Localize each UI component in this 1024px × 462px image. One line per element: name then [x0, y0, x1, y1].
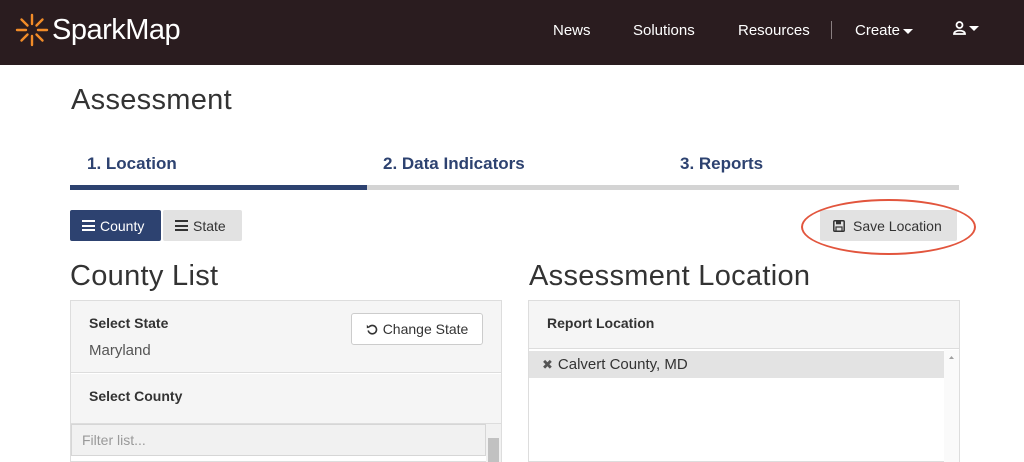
list-icon [175, 220, 188, 231]
report-location-label: Report Location [547, 315, 655, 331]
state-toggle-button[interactable]: State [163, 210, 242, 241]
nav-create-label: Create [855, 22, 901, 39]
location-list-item[interactable]: ✖ Calvert County, MD [529, 351, 944, 378]
select-state-label: Select State [89, 315, 169, 331]
county-toggle-button[interactable]: County [70, 210, 161, 241]
spark-logo-icon [15, 13, 49, 47]
step-progress-active [70, 185, 367, 190]
remove-icon[interactable]: ✖ [542, 357, 553, 373]
nav-news[interactable]: News [553, 22, 591, 39]
county-toggle-label: County [100, 217, 145, 234]
chevron-down-icon [969, 25, 979, 31]
list-icon [82, 220, 95, 231]
county-list-title: County List [70, 260, 219, 292]
state-value: Maryland [89, 342, 151, 359]
save-location-button[interactable]: Save Location [820, 210, 957, 241]
nav-solutions[interactable]: Solutions [633, 22, 695, 39]
assessment-location-title: Assessment Location [529, 260, 811, 292]
scrollbar-thumb[interactable] [488, 438, 499, 462]
user-icon [953, 21, 966, 35]
filter-list-input[interactable] [71, 424, 486, 456]
location-list-scrollbar[interactable] [944, 350, 959, 462]
top-navbar: SparkMap News Solutions Resources Create [0, 0, 1024, 65]
change-state-label: Change State [382, 321, 469, 337]
tab-data-indicators[interactable]: 2. Data Indicators [383, 154, 525, 174]
brand-name: SparkMap [52, 13, 181, 46]
tab-reports[interactable]: 3. Reports [680, 154, 763, 174]
select-county-label: Select County [89, 388, 183, 404]
brand-logo[interactable]: SparkMap [14, 12, 181, 48]
nav-create-dropdown[interactable]: Create [855, 22, 914, 39]
chevron-down-icon [903, 28, 914, 34]
nav-divider [831, 21, 832, 39]
scroll-up-arrow-icon[interactable] [944, 351, 959, 363]
nav-resources[interactable]: Resources [738, 22, 810, 39]
user-menu-dropdown[interactable] [953, 21, 979, 35]
undo-icon [366, 324, 377, 335]
change-state-button[interactable]: Change State [351, 313, 483, 345]
county-list-scrollbar[interactable] [486, 424, 501, 462]
tab-location[interactable]: 1. Location [87, 154, 177, 174]
page-title: Assessment [71, 84, 232, 116]
state-toggle-label: State [193, 217, 226, 234]
save-icon [833, 219, 845, 232]
location-item-label: Calvert County, MD [557, 356, 688, 373]
save-location-label: Save Location [853, 217, 942, 234]
